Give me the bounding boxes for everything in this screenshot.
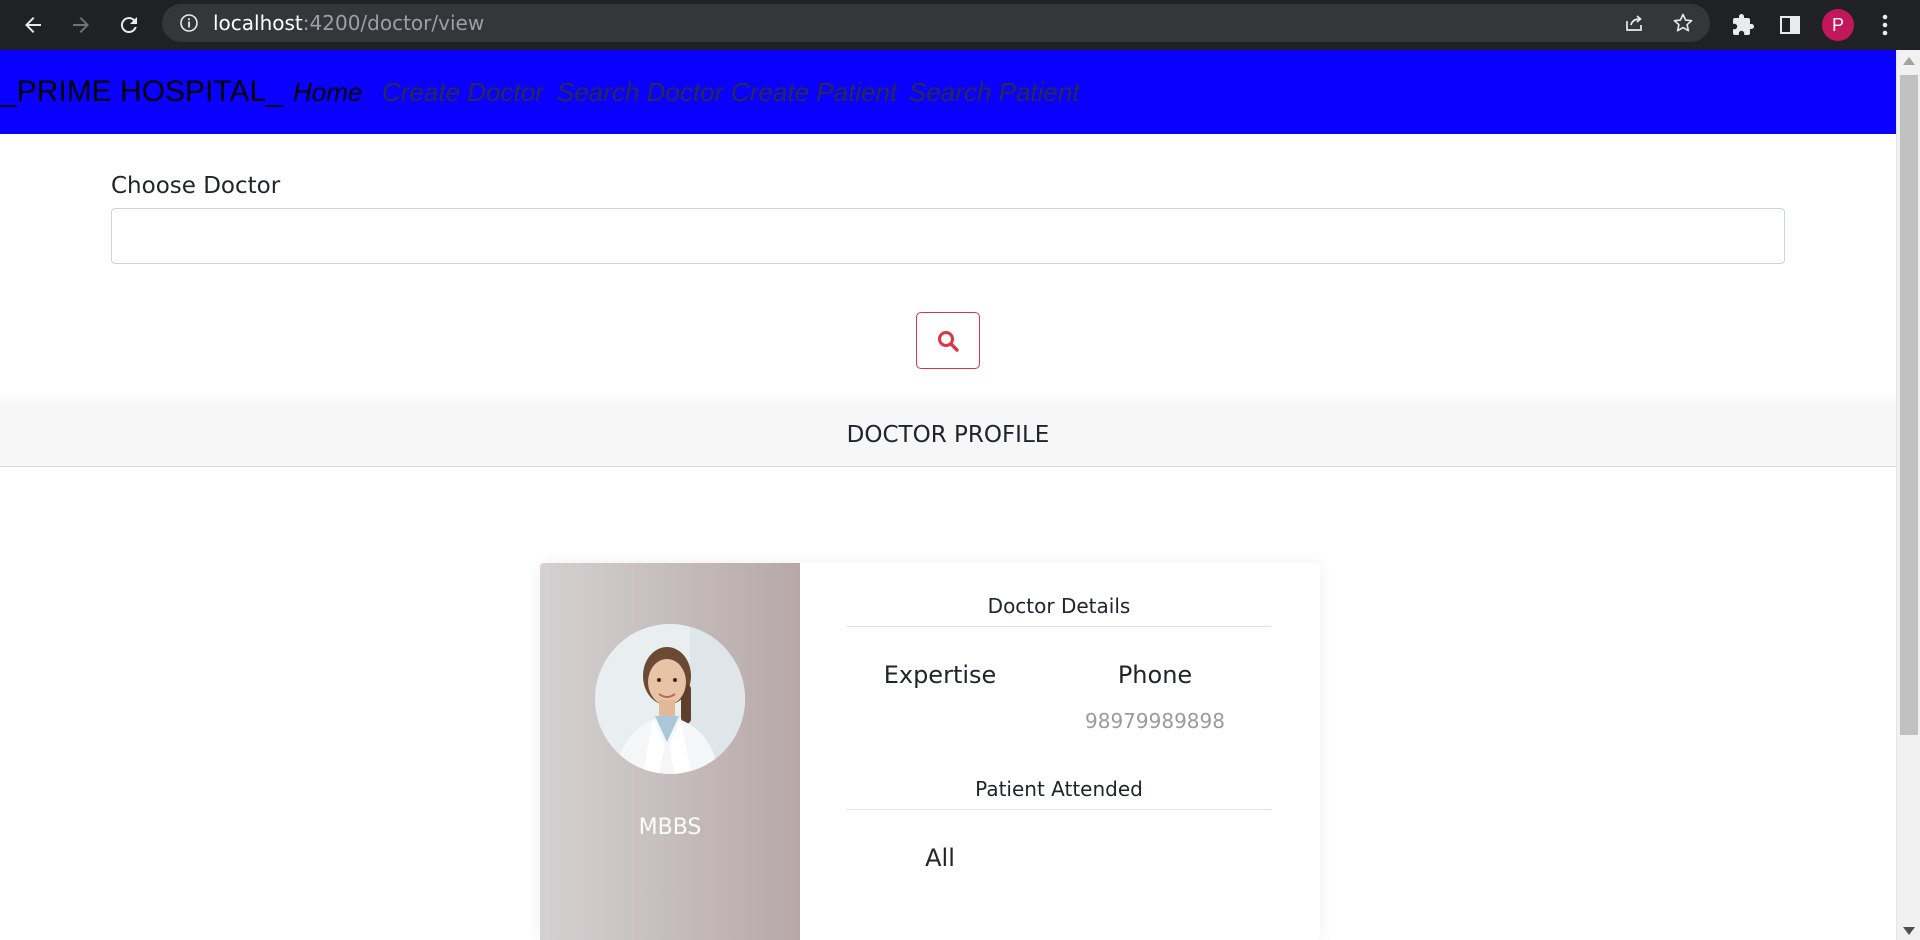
top-navbar: _PRIME HOSPITAL_ Home Create Doctor Sear… — [0, 50, 1896, 134]
card-sidebar: MBBS — [540, 563, 800, 940]
doctor-degree: MBBS — [638, 815, 702, 840]
search-button[interactable] — [916, 312, 980, 369]
url-path: :4200/doctor/view — [302, 11, 485, 35]
page-scrollbar[interactable] — [1896, 50, 1920, 940]
browser-toolbar: localhost:4200/doctor/view P — [0, 0, 1920, 50]
doctor-profile-header: DOCTOR PROFILE — [0, 403, 1896, 467]
back-icon[interactable] — [18, 10, 48, 40]
phone-value: 98979989898 — [1085, 709, 1225, 733]
side-panel-icon[interactable] — [1773, 8, 1807, 42]
menu-kebab-icon[interactable] — [1870, 8, 1900, 42]
site-info-icon[interactable] — [179, 13, 199, 33]
nav-link-create-doctor[interactable]: Create Doctor — [382, 50, 544, 134]
scroll-down-arrow-icon[interactable] — [1903, 927, 1915, 935]
search-icon — [938, 330, 959, 352]
nav-link-search-doctor[interactable]: Search Doctor — [557, 50, 723, 134]
extensions-icon[interactable] — [1726, 8, 1760, 42]
forward-icon[interactable] — [66, 10, 96, 40]
doctor-profile-title: DOCTOR PROFILE — [846, 422, 1050, 448]
address-bar[interactable]: localhost:4200/doctor/view — [162, 4, 1710, 42]
choose-doctor-label: Choose Doctor — [111, 173, 281, 199]
profile-avatar[interactable]: P — [1821, 8, 1855, 42]
patient-attended-value: All — [925, 844, 955, 872]
nav-link-search-patient[interactable]: Search Patient — [909, 50, 1080, 134]
scroll-up-arrow-icon[interactable] — [1903, 57, 1915, 65]
reload-icon[interactable] — [114, 10, 144, 40]
brand-logo-text[interactable]: _PRIME HOSPITAL_ — [0, 50, 283, 134]
doctor-select[interactable] — [111, 208, 1785, 264]
bookmark-star-icon[interactable] — [1672, 12, 1694, 34]
phone-label: Phone — [1117, 661, 1193, 689]
patient-attended-title: Patient Attended — [847, 777, 1271, 810]
url-host: localhost — [213, 11, 303, 35]
doctor-profile-card: MBBS Doctor Details Expertise Phone 9897… — [540, 563, 1320, 940]
nav-link-create-patient[interactable]: Create Patient — [731, 50, 897, 134]
expertise-label: Expertise — [883, 661, 997, 689]
share-icon[interactable] — [1623, 12, 1645, 34]
doctor-avatar — [595, 624, 745, 774]
url-text: localhost:4200/doctor/view — [213, 4, 484, 42]
scrollbar-thumb[interactable] — [1900, 75, 1918, 735]
doctor-details-title: Doctor Details — [847, 594, 1271, 627]
nav-link-home[interactable]: Home — [293, 50, 362, 134]
avatar-letter: P — [1822, 9, 1854, 41]
